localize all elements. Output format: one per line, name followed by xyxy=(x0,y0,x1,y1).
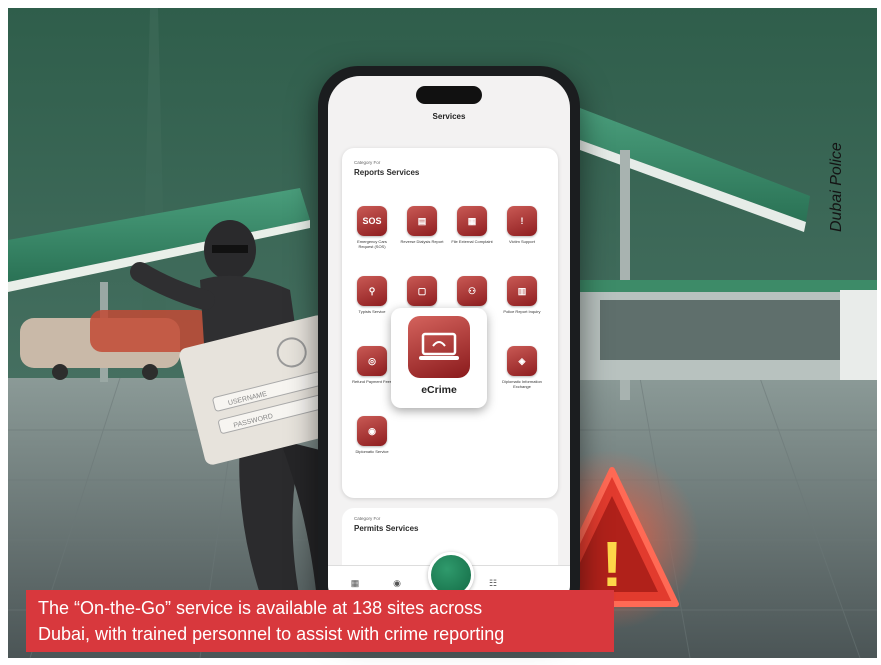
services-icon[interactable]: ◉ xyxy=(392,578,402,588)
store-windows xyxy=(600,300,840,360)
service-label: Diplomatic Service xyxy=(355,449,389,454)
service-sos[interactable]: SOS Emergency Cars Request (SOS) xyxy=(350,206,394,249)
home-icon[interactable]: ▦ xyxy=(350,578,360,588)
service-label: Typists Service xyxy=(358,309,386,314)
alert-icon: ! xyxy=(507,206,537,236)
service-reverse-dialysis[interactable]: ▤ Reverse Dialysis Report xyxy=(400,206,444,244)
service-police-report[interactable]: ▥ Police Report Inquiry xyxy=(500,276,544,314)
category-caption: Category For xyxy=(354,160,381,165)
service-file-complaint[interactable]: ▦ File External Complaint xyxy=(450,206,494,244)
service-label: Emergency Cars Request (SOS) xyxy=(357,239,387,249)
photo-credit: Dubai Police xyxy=(828,142,845,232)
shield-icon: ◈ xyxy=(507,346,537,376)
service-label: Police Report Inquiry xyxy=(503,309,541,314)
diplomatic-icon: ◉ xyxy=(357,416,387,446)
caption-line: Dubai, with trained personnel to assist … xyxy=(38,624,505,644)
service-refund-fees[interactable]: ◎ Refund Payment Fees xyxy=(350,346,394,384)
document-icon: ▤ xyxy=(407,206,437,236)
service-item[interactable]: ▢ xyxy=(400,276,444,306)
category-caption: Category For xyxy=(354,516,381,521)
service-label: Victim Support xyxy=(509,239,535,244)
category-title: Reports Services xyxy=(354,168,420,177)
ecrime-tile[interactable]: eCrime xyxy=(391,308,487,408)
photo-caption: The “On-the-Go” service is available at … xyxy=(26,590,614,652)
ecrime-label: eCrime xyxy=(421,384,457,396)
sos-icon: SOS xyxy=(357,206,387,236)
police-report-icon: ▥ xyxy=(507,276,537,306)
fingerprint-icon: ◎ xyxy=(357,346,387,376)
caption-line: The “On-the-Go” service is available at … xyxy=(38,598,483,618)
photo-illustration: USERNAME PASSWORD ! Services Category Fo… xyxy=(0,0,881,665)
service-label: File External Complaint xyxy=(451,239,493,244)
tanker xyxy=(90,310,210,352)
service-victim-support[interactable]: ! Victim Support xyxy=(500,206,544,244)
laptop-icon xyxy=(408,316,470,378)
id-card-icon: ▢ xyxy=(407,276,437,306)
service-item[interactable]: ⚇ xyxy=(450,276,494,306)
service-label: Refund Payment Fees xyxy=(352,379,392,384)
service-label: Reverse Dialysis Report xyxy=(400,239,444,244)
service-diplomatic-exchange[interactable]: ◈ Diplomatic Information Exchange xyxy=(500,346,544,389)
service-typists[interactable]: ⚲ Typists Service xyxy=(350,276,394,314)
service-diplomatic[interactable]: ◉ Diplomatic Service xyxy=(350,416,394,454)
category-title: Permits Services xyxy=(354,524,419,533)
service-label: Diplomatic Information Exchange xyxy=(502,379,542,389)
group-icon: ⚇ xyxy=(457,276,487,306)
person-icon: ⚲ xyxy=(357,276,387,306)
info-icon[interactable]: ☷ xyxy=(488,578,498,588)
dynamic-island xyxy=(416,86,482,104)
complaint-icon: ▦ xyxy=(457,206,487,236)
screen-title: Services xyxy=(432,112,466,121)
